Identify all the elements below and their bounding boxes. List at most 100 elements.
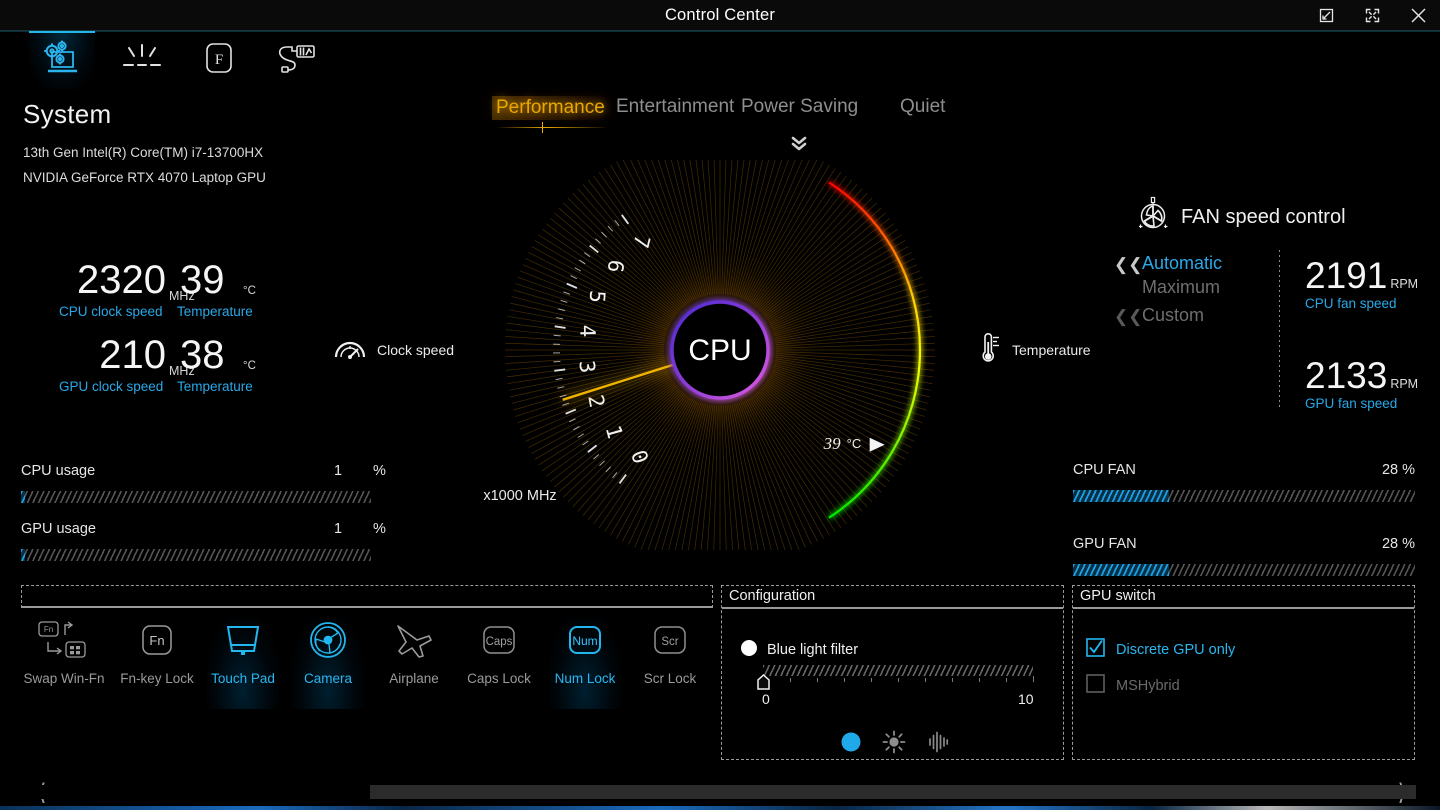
- sidebar-item-power[interactable]: [261, 31, 327, 89]
- gpu-fan-rpm-value: 2133: [1305, 355, 1388, 396]
- fn-key-camera[interactable]: Camera: [292, 617, 364, 709]
- gpu-usage-bar: GPU usage 1 %: [21, 521, 386, 561]
- blue-light-slider-min-label: 0: [762, 691, 770, 707]
- bottom-accent-glow: [0, 806, 1440, 810]
- blue-light-slider-thumb[interactable]: [756, 673, 771, 691]
- blue-light-filter-label: Blue light filter: [767, 642, 859, 658]
- fn-key-scr-lock-label: Scr Lock: [643, 671, 697, 686]
- blue-light-slider-track: [763, 665, 1033, 676]
- gpu-option-discrete[interactable]: Discrete GPU only: [1086, 638, 1235, 661]
- fn-key-fn-key-lock[interactable]: Fn Fn-key Lock: [120, 617, 194, 709]
- fn-key-scr-lock[interactable]: Scr Scr Lock: [634, 617, 706, 709]
- tab-quiet[interactable]: Quiet: [900, 96, 945, 118]
- checkbox-unchecked-icon[interactable]: [1086, 674, 1105, 697]
- fn-key-num-lock[interactable]: Num Num Lock: [549, 617, 621, 709]
- blue-light-icon[interactable]: [838, 730, 864, 754]
- cpu-usage-label: CPU usage: [21, 463, 96, 479]
- cpu-fan-value: 28 %: [1381, 462, 1415, 478]
- fan-mode-automatic-label: Automatic: [1142, 253, 1223, 273]
- page-title: System: [23, 99, 112, 129]
- touchpad-icon: [220, 617, 266, 665]
- svg-text:F: F: [215, 52, 223, 68]
- control-center-window: Control Center F System 13th Gen Intel(R…: [0, 0, 1440, 810]
- fn-key-lock-icon: Fn: [135, 617, 179, 665]
- gpu-fan-bar: GPU FAN 28 %: [1073, 536, 1415, 576]
- title-bar: Control Center: [0, 0, 1440, 31]
- gpu-fan-value: 28 %: [1381, 536, 1415, 552]
- fn-key-touch-pad-label: Touch Pad: [211, 671, 275, 686]
- cpu-usage-value: 1: [334, 463, 343, 479]
- fn-key-num-lock-label: Num Lock: [554, 671, 616, 686]
- gpu-usage-fill: [21, 549, 25, 561]
- gpu-model-label: NVIDIA GeForce RTX 4070 Laptop GPU: [23, 170, 266, 185]
- chevron-double-down-icon[interactable]: [789, 134, 809, 154]
- active-tab-indicator: [496, 122, 606, 133]
- cpu-clock-label: CPU clock speed: [59, 304, 163, 319]
- sidebar-item-lighting[interactable]: [109, 31, 175, 89]
- tab-entertainment[interactable]: Entertainment: [616, 96, 734, 118]
- tab-power-saving[interactable]: Power Saving: [741, 96, 858, 118]
- cpu-fan-rpm-unit: RPM: [1390, 277, 1419, 291]
- chevron-double-left-icon: ❮❮: [1114, 307, 1143, 326]
- cpu-usage-bar: CPU usage 1 %: [21, 463, 386, 503]
- tab-performance[interactable]: Performance: [492, 96, 609, 120]
- close-icon[interactable]: [1396, 0, 1440, 31]
- cpu-fan-fill: [1073, 490, 1169, 502]
- brightness-icon[interactable]: [881, 730, 907, 754]
- camera-icon: [305, 617, 351, 665]
- gpu-clock-label: GPU clock speed: [59, 379, 164, 394]
- fn-key-swap-win-fn[interactable]: Fn Swap Win-Fn: [23, 617, 105, 709]
- svg-text:Scr: Scr: [661, 636, 678, 648]
- fn-key-caps-lock[interactable]: Caps Caps Lock: [463, 617, 535, 709]
- gauge-scale-unit: x1000 MHz: [483, 488, 556, 504]
- gpu-fan-fill: [1073, 564, 1169, 576]
- gpu-usage-percent-symbol: %: [373, 521, 386, 537]
- svg-text:Caps: Caps: [486, 636, 513, 648]
- fan-mode-custom-label: Custom: [1142, 305, 1205, 325]
- cpu-fan-speed-readout: 2191 RPM CPU fan speed: [1305, 255, 1419, 312]
- fan-panel-divider: [1279, 250, 1280, 408]
- fan-mode-maximum-label: Maximum: [1142, 277, 1221, 297]
- cpu-temp-label: Temperature: [177, 304, 253, 319]
- configuration-panel-title: Configuration: [722, 586, 1063, 609]
- checkbox-checked-icon[interactable]: [1086, 638, 1105, 661]
- fn-key-caps-lock-label: Caps Lock: [467, 671, 531, 686]
- fan-speed-control-title: FAN speed control: [1181, 205, 1346, 228]
- blue-light-filter-row: Blue light filter: [740, 639, 858, 661]
- fn-key-swap-win-fn-label: Swap Win-Fn: [23, 671, 105, 686]
- gpu-temp-value: 38: [180, 333, 225, 377]
- fan-mode-custom[interactable]: ❮❮ Custom: [1114, 305, 1205, 326]
- svg-text:5: 5: [585, 290, 610, 304]
- sidebar-item-flexikey[interactable]: F: [186, 31, 252, 89]
- cpu-gauge: 0 1 2 3 4 5 6 7 CPU x1000 MHz 39 °C: [425, 135, 1045, 565]
- cpu-temp-unit: °C: [243, 285, 256, 297]
- gpu-option-mshybrid-label: MSHybrid: [1116, 677, 1180, 694]
- window-title: Control Center: [664, 6, 776, 24]
- cpu-fan-rpm-value: 2191: [1305, 255, 1388, 296]
- num-lock-icon: Num: [562, 617, 608, 665]
- horizontal-scrollbar-thumb[interactable]: [370, 785, 1416, 799]
- fn-keys-panel-header: [21, 585, 713, 608]
- blue-light-filter-slider[interactable]: [757, 665, 1034, 690]
- cpu-usage-percent-symbol: %: [373, 463, 386, 479]
- gpu-switch-panel: GPU switch: [1072, 585, 1415, 760]
- tab-icon-bar: F: [0, 31, 1440, 89]
- sound-icon[interactable]: [925, 730, 951, 754]
- gpu-clock-value-group: 210: [56, 335, 166, 375]
- cpu-temp-value-group: 39: [180, 260, 232, 300]
- restore-icon[interactable]: [1304, 0, 1349, 31]
- airplane-icon: [390, 617, 438, 665]
- gpu-temp-unit: °C: [243, 360, 256, 372]
- fan-mode-maximum[interactable]: Maximum: [1142, 277, 1220, 298]
- speedometer-icon: [333, 335, 367, 364]
- gpu-option-mshybrid[interactable]: MSHybrid: [1086, 674, 1180, 697]
- gpu-temp-label: Temperature: [177, 379, 253, 394]
- system-gears-laptop-icon: [39, 40, 85, 83]
- maximize-icon[interactable]: [1350, 0, 1395, 31]
- svg-text:1: 1: [601, 423, 628, 442]
- sidebar-item-system[interactable]: [29, 31, 95, 89]
- fan-mode-automatic[interactable]: ❮❮ Automatic: [1114, 253, 1223, 274]
- fn-key-touch-pad[interactable]: Touch Pad: [207, 617, 279, 709]
- svg-text:6: 6: [603, 258, 629, 274]
- fn-key-airplane[interactable]: Airplane: [378, 617, 450, 709]
